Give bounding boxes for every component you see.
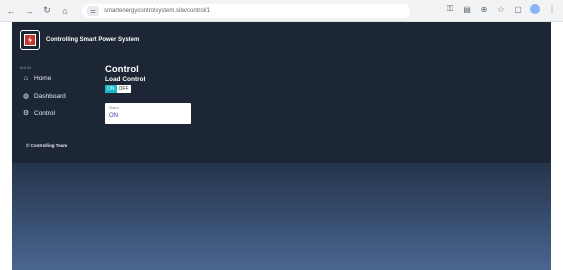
sidebar-item-home[interactable]: ⌂ Home — [22, 74, 51, 82]
app-header: Controlling Smart Power System — [20, 30, 139, 50]
menu-icon[interactable]: ⋮ — [547, 4, 557, 14]
zoom-icon[interactable]: ⊕ — [479, 4, 489, 14]
chip-logo-icon — [20, 30, 40, 50]
site-info-icon[interactable]: ⚌ — [87, 6, 99, 16]
load-toggle: ON OFF — [105, 85, 131, 93]
sidebar-item-dashboard[interactable]: ◍ Dashboard — [22, 92, 66, 101]
sidebar-item-control[interactable]: ⚙ Control — [22, 109, 55, 118]
status-label: Status — [109, 106, 119, 110]
profile-avatar[interactable] — [530, 4, 540, 14]
address-bar[interactable]: ⚌ smartenergycontrolsystem.site/control/… — [82, 4, 410, 18]
forward-icon[interactable]: → — [22, 4, 36, 18]
page-title: Control — [105, 64, 139, 75]
star-icon[interactable]: ☆ — [496, 4, 506, 14]
key-icon[interactable]: ⚿ — [445, 4, 455, 14]
section-title: Load Control — [105, 76, 146, 83]
globe-icon: ◍ — [22, 93, 30, 100]
home-browser-icon[interactable]: ⌂ — [58, 4, 72, 18]
sidebar-section-label: MAIN — [20, 65, 32, 70]
page-background — [12, 163, 551, 270]
translate-icon[interactable]: ▤ — [462, 4, 472, 14]
toggle-off-button[interactable]: OFF — [116, 85, 131, 93]
sidebar-item-label: Home — [34, 74, 52, 82]
status-card: Status ON — [105, 103, 191, 124]
browser-toolbar: ← → ↻ ⌂ ⚌ smartenergycontrolsystem.site/… — [0, 0, 563, 22]
sidebar-item-label: Dashboard — [34, 92, 66, 100]
reload-icon[interactable]: ↻ — [40, 4, 54, 18]
extensions-icon[interactable]: ▢ — [513, 4, 523, 14]
toggle-on-button[interactable]: ON — [105, 85, 117, 93]
sidebar-item-label: Control — [34, 109, 55, 117]
back-icon[interactable]: ← — [4, 4, 18, 18]
gear-icon: ⚙ — [22, 110, 30, 117]
app-panel: Controlling Smart Power System MAIN ⌂ Ho… — [12, 22, 551, 163]
web-page: Controlling Smart Power System MAIN ⌂ Ho… — [12, 22, 551, 270]
footer-copyright: © Controlling Team — [26, 143, 68, 148]
home-icon: ⌂ — [23, 74, 29, 82]
url-text[interactable]: smartenergycontrolsystem.site/control/1 — [104, 8, 210, 14]
status-value: ON — [109, 113, 118, 119]
app-title: Controlling Smart Power System — [46, 37, 140, 43]
